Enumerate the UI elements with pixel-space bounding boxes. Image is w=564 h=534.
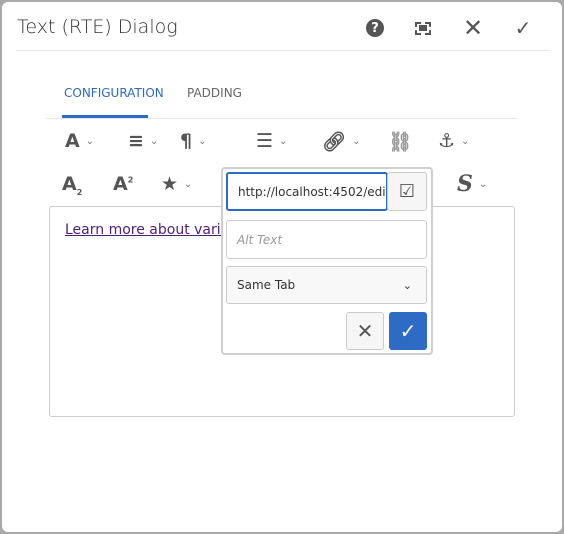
header-divider xyxy=(16,50,549,51)
target-select[interactable]: Same Tab ⌄ xyxy=(226,266,427,304)
link-icon: 🔗︎ xyxy=(322,131,347,153)
unlink-button[interactable]: ⛓ xyxy=(388,130,412,153)
format-button[interactable]: A ⌄ xyxy=(65,130,94,152)
superscript-icon: A2 xyxy=(113,173,134,195)
check-icon[interactable]: ✓ xyxy=(512,16,534,40)
paragraph-icon: ¶ xyxy=(180,130,193,152)
align-button[interactable]: ≡ ⌄ xyxy=(128,130,158,152)
styles-button[interactable]: S ⌄ xyxy=(457,171,487,197)
rte-dialog: Text (RTE) Dialog ? ✕ ✓ CONFIGURATION PA… xyxy=(2,2,562,532)
align-icon: ≡ xyxy=(128,130,144,152)
link-button[interactable]: 🔗︎ ⌄ xyxy=(322,130,361,153)
alt-text-input[interactable]: Alt Text xyxy=(226,220,427,259)
tabs-divider xyxy=(46,118,517,119)
chevron-down-icon: ⌄ xyxy=(279,135,288,147)
check-icon: ✓ xyxy=(399,319,417,343)
list-icon: ☰ xyxy=(256,130,274,152)
browse-button[interactable]: ☑ xyxy=(387,172,427,211)
link-popover: http://localhost:4502/editc ☑ Alt Text S… xyxy=(221,167,433,355)
editor-link[interactable]: Learn more about varian xyxy=(65,222,238,238)
apply-button[interactable]: ✓ xyxy=(389,312,427,350)
chevron-down-icon: ⌄ xyxy=(149,135,159,147)
chevron-down-icon: ⌄ xyxy=(478,178,488,190)
subscript-icon: A2 xyxy=(62,173,83,197)
tab-padding[interactable]: PADDING xyxy=(187,86,242,100)
star-icon: ★ xyxy=(161,173,179,195)
chevron-down-icon: ⌄ xyxy=(461,135,470,147)
anchor-button[interactable]: ⚓︎ ⌄ xyxy=(438,130,469,152)
chevron-down-icon: ⌄ xyxy=(184,178,193,190)
format-icon: A xyxy=(65,130,80,152)
styles-icon: S xyxy=(457,171,473,197)
special-char-button[interactable]: ★ ⌄ xyxy=(161,173,192,195)
unlink-icon: ⛓ xyxy=(388,131,413,153)
close-icon: ✕ xyxy=(356,319,374,343)
subscript-button[interactable]: A2 xyxy=(62,173,82,197)
tab-configuration[interactable]: CONFIGURATION xyxy=(64,86,164,100)
chevron-down-icon: ⌄ xyxy=(352,136,361,147)
target-select-value: Same Tab xyxy=(237,278,296,292)
chevron-down-icon: ⌄ xyxy=(85,135,95,147)
paragraph-button[interactable]: ¶ ⌄ xyxy=(180,130,206,152)
dialog-title: Text (RTE) Dialog xyxy=(17,16,178,38)
cancel-button[interactable]: ✕ xyxy=(346,312,384,350)
url-input[interactable]: http://localhost:4502/editc xyxy=(226,172,388,211)
checkbox-icon: ☑ xyxy=(398,181,416,202)
anchor-icon: ⚓︎ xyxy=(438,130,456,152)
chevron-down-icon: ⌄ xyxy=(402,278,412,292)
fullscreen-icon[interactable] xyxy=(412,17,434,39)
superscript-button[interactable]: A2 xyxy=(113,173,133,195)
close-icon[interactable]: ✕ xyxy=(462,14,484,42)
list-button[interactable]: ☰ ⌄ xyxy=(256,130,287,152)
chevron-down-icon: ⌄ xyxy=(198,135,207,147)
help-icon[interactable]: ? xyxy=(364,17,386,39)
